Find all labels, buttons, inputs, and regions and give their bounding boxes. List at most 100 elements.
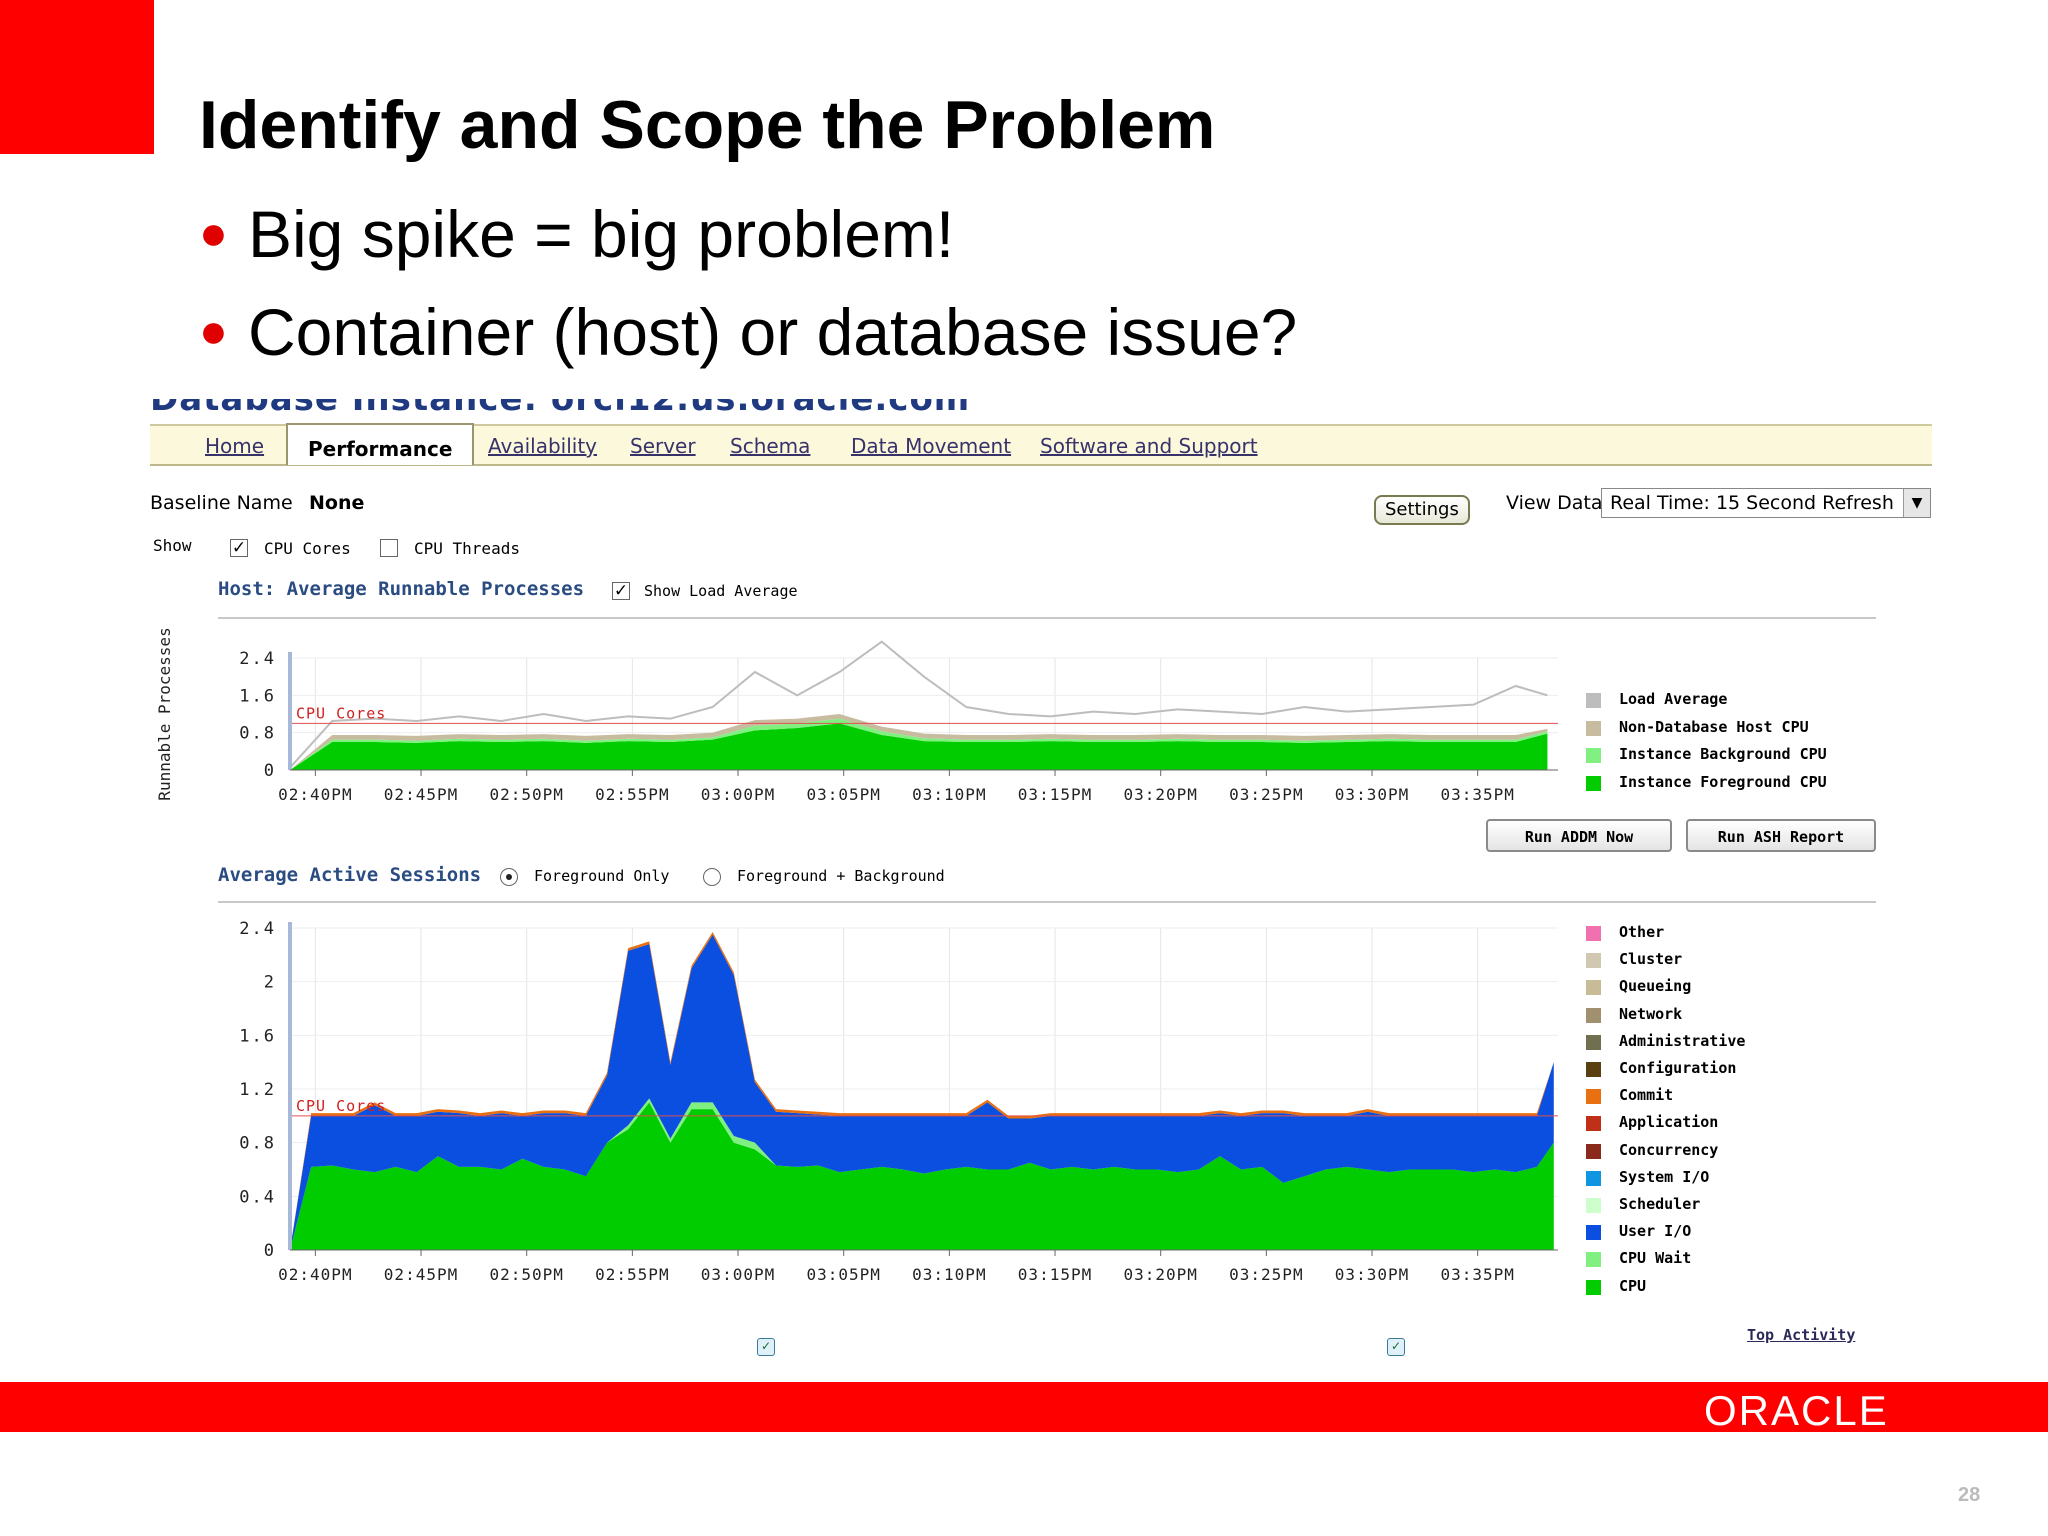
x-tick-label: 02:45PM xyxy=(384,1265,458,1284)
legend-label: Scheduler xyxy=(1619,1195,1701,1213)
foreground-background-label: Foreground + Background xyxy=(737,867,945,885)
x-tick-label: 02:55PM xyxy=(595,785,669,804)
x-tick-label: 03:25PM xyxy=(1229,785,1303,804)
run-ash-report-button-label: Run ASH Report xyxy=(1717,828,1845,846)
y-tick-label: 0.4 xyxy=(239,1187,276,1207)
y-tick-label: 1.2 xyxy=(239,1080,276,1100)
legend-label: CPU Wait xyxy=(1619,1249,1692,1268)
legend-label: System I/O xyxy=(1619,1167,1710,1186)
bullet-dot-icon: ● xyxy=(199,207,228,261)
legend-label: Non-Database Host CPU xyxy=(1619,717,1809,736)
x-tick-label: 03:05PM xyxy=(806,1265,880,1284)
legend-label: Configuration xyxy=(1619,1059,1737,1077)
legend-label: Concurrency xyxy=(1619,1140,1719,1159)
show-label: Show xyxy=(153,536,192,555)
tab-home[interactable]: Home xyxy=(205,434,264,458)
legend-swatch xyxy=(1586,693,1601,708)
legend-label: Instance Foreground CPU xyxy=(1619,772,1827,791)
page-number: 28 xyxy=(1958,1484,1981,1506)
y-tick-label: 2.4 xyxy=(239,649,276,669)
view-data-select[interactable]: Real Time: 15 Second Refresh ▼ xyxy=(1601,488,1931,518)
legend-swatch xyxy=(1586,1198,1601,1213)
baseline-name-label: Baseline Name xyxy=(150,492,293,514)
x-tick-label: 02:40PM xyxy=(278,1265,352,1284)
x-tick-label: 03:30PM xyxy=(1335,785,1409,804)
red-corner-block xyxy=(0,0,154,154)
cpu-threads-checkbox[interactable] xyxy=(380,539,398,557)
y-tick-label: 0 xyxy=(264,761,276,781)
view-data-value: Real Time: 15 Second Refresh xyxy=(1610,492,1894,514)
aas-section-divider xyxy=(218,901,1876,903)
tab-data-movement[interactable]: Data Movement xyxy=(851,434,1011,458)
legend-label: Network xyxy=(1619,1004,1683,1023)
run-ash-report-button[interactable]: Run ASH Report xyxy=(1686,819,1876,852)
settings-button-label: Settings xyxy=(1385,499,1459,520)
legend-swatch xyxy=(1586,953,1601,969)
cpu-cores-threshold-label: CPU Cores xyxy=(296,704,386,722)
y-tick-label: 0.8 xyxy=(239,1134,276,1154)
cut-instance-header: Database Instance: orcl12.us.oracle.com xyxy=(150,399,1932,425)
host-section-divider xyxy=(218,617,1876,619)
x-tick-label: 03:30PM xyxy=(1335,1265,1409,1284)
snapshot-marker-icon[interactable]: ✓ xyxy=(757,1338,775,1356)
foreground-only-radio[interactable] xyxy=(500,868,518,886)
legend-swatch xyxy=(1586,1225,1601,1241)
y-tick-label: 0.8 xyxy=(239,724,276,744)
x-tick-label: 03:15PM xyxy=(1018,785,1092,804)
aas-section-title: Average Active Sessions xyxy=(218,864,482,886)
tab-software-support[interactable]: Software and Support xyxy=(1040,434,1258,458)
view-data-label: View Data xyxy=(1506,492,1603,514)
slide-title: Identify and Scope the Problem xyxy=(199,87,1216,163)
x-tick-label: 03:35PM xyxy=(1440,1265,1514,1284)
x-tick-label: 03:00PM xyxy=(701,785,775,804)
legend-swatch xyxy=(1586,775,1601,791)
legend-swatch xyxy=(1586,1279,1601,1295)
cpu-cores-checkbox[interactable]: ✓ xyxy=(230,539,248,557)
legend-label: Queueing xyxy=(1619,977,1692,996)
x-tick-label: 03:15PM xyxy=(1018,1265,1092,1284)
y-tick-label: 1.6 xyxy=(239,686,276,706)
legend-swatch xyxy=(1586,748,1601,763)
legend-swatch xyxy=(1586,1062,1601,1077)
oracle-logo: ORACLE xyxy=(1704,1387,1889,1434)
tab-performance[interactable]: Performance xyxy=(286,423,475,465)
top-activity-link[interactable]: Top Activity xyxy=(1747,1326,1855,1344)
foreground-background-radio[interactable] xyxy=(703,868,721,886)
tab-bar: Home Performance Availability Server Sch… xyxy=(150,423,1932,466)
tab-availability[interactable]: Availability xyxy=(488,434,597,458)
tab-server[interactable]: Server xyxy=(630,434,696,458)
bullet-dot-icon: ● xyxy=(199,305,228,359)
legend-swatch xyxy=(1586,1089,1601,1105)
show-load-average-label: Show Load Average xyxy=(644,582,798,600)
host-chart-legend: Load Average Non-Database Host CPU Instanc… xyxy=(1586,690,1886,800)
legend-swatch xyxy=(1586,1170,1601,1186)
chevron-down-icon[interactable]: ▼ xyxy=(1903,489,1930,517)
y-tick-label: 2 xyxy=(264,973,276,993)
legend-swatch xyxy=(1586,1116,1601,1132)
x-tick-label: 02:50PM xyxy=(489,785,563,804)
x-tick-label: 03:00PM xyxy=(701,1265,775,1284)
legend-label: CPU xyxy=(1619,1276,1647,1295)
show-load-average-checkbox[interactable]: ✓ xyxy=(612,582,630,600)
y-tick-label: 2.4 xyxy=(239,919,276,939)
x-tick-label: 03:25PM xyxy=(1229,1265,1303,1284)
legend-swatch xyxy=(1586,1034,1601,1050)
legend-label: Other xyxy=(1619,923,1665,941)
y-tick-label: 0 xyxy=(264,1241,276,1261)
x-tick-label: 02:50PM xyxy=(489,1265,563,1284)
y-tick-label: 1.6 xyxy=(239,1026,276,1046)
settings-button[interactable]: Settings xyxy=(1374,495,1470,525)
legend-label: User I/O xyxy=(1619,1222,1692,1241)
legend-swatch xyxy=(1586,1252,1601,1268)
x-tick-label: 03:35PM xyxy=(1440,785,1514,804)
snapshot-marker-icon[interactable]: ✓ xyxy=(1387,1338,1405,1356)
run-addm-button-label: Run ADDM Now xyxy=(1524,828,1634,846)
foreground-only-label: Foreground Only xyxy=(534,867,670,885)
bullet-2-text: Container (host) or database issue? xyxy=(248,295,1298,369)
legend-label: Instance Background CPU xyxy=(1619,745,1827,763)
y-axis-label: Runnable Processes xyxy=(155,627,174,800)
tab-schema[interactable]: Schema xyxy=(730,434,810,458)
legend-label: Application xyxy=(1619,1113,1719,1132)
run-addm-button[interactable]: Run ADDM Now xyxy=(1486,819,1672,852)
x-tick-label: 02:40PM xyxy=(278,785,352,804)
